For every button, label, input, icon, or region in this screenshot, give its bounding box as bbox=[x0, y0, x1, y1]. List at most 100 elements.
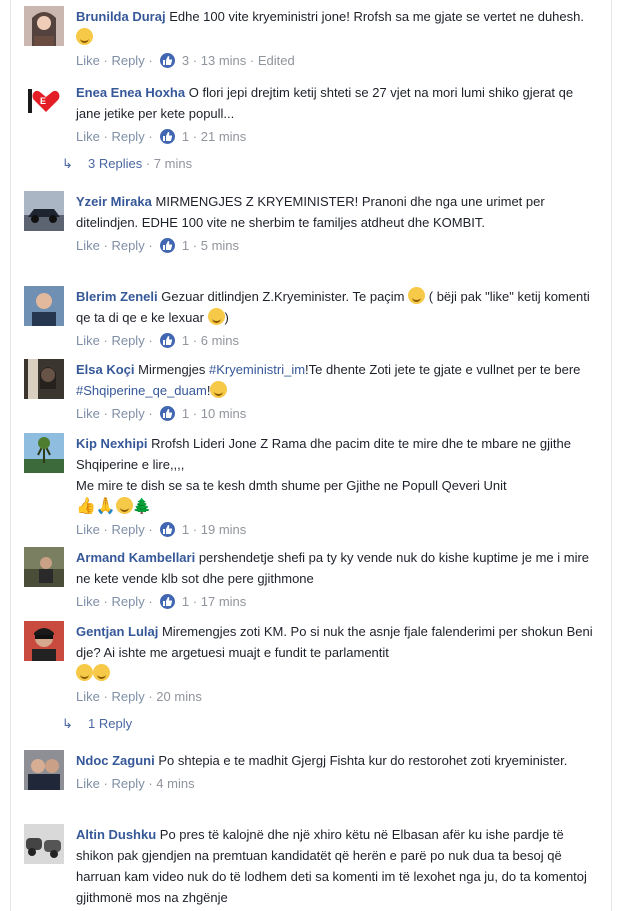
comment-text-line2: Me mire te dish se sa te kesh dmth shume… bbox=[76, 478, 507, 493]
comment-time[interactable]: 20 mins bbox=[156, 689, 202, 704]
separator: · bbox=[145, 156, 151, 171]
replies-count[interactable]: 1 Reply bbox=[88, 716, 132, 731]
comment-time[interactable]: 13 mins bbox=[201, 53, 247, 68]
avatar[interactable]: E bbox=[24, 82, 64, 122]
thumbs-up-emoji-icon: 👍 bbox=[76, 498, 96, 515]
comment-author[interactable]: Blerim Zeneli bbox=[76, 289, 158, 304]
like-badge-icon[interactable] bbox=[160, 129, 176, 144]
reply-link[interactable]: Reply bbox=[111, 333, 144, 348]
separator: · bbox=[103, 238, 108, 253]
smile-emoji-icon bbox=[115, 497, 133, 514]
like-badge-icon[interactable] bbox=[160, 53, 176, 68]
separator: · bbox=[192, 406, 198, 421]
comment-text: Rrofsh Lideri Jone Z Rama dhe pacim dite… bbox=[76, 436, 571, 472]
edited-label[interactable]: Edited bbox=[258, 53, 295, 68]
avatar[interactable] bbox=[24, 750, 64, 790]
like-link[interactable]: Like bbox=[76, 406, 100, 421]
like-link[interactable]: Like bbox=[76, 53, 100, 68]
comment-time[interactable]: 10 mins bbox=[201, 406, 247, 421]
separator: · bbox=[192, 594, 198, 609]
reply-link[interactable]: Reply bbox=[111, 776, 144, 791]
like-badge-icon[interactable] bbox=[160, 333, 176, 348]
comment-text-continued: !Te dhente Zoti jete te gjate e vullnet … bbox=[305, 362, 581, 377]
avatar[interactable] bbox=[24, 433, 64, 473]
separator: · bbox=[148, 776, 153, 791]
like-badge-icon[interactable] bbox=[160, 522, 176, 537]
reply-link[interactable]: Reply bbox=[111, 129, 144, 144]
comment-text-end: ) bbox=[224, 310, 229, 325]
like-link[interactable]: Like bbox=[76, 522, 100, 537]
reply-link[interactable]: Reply bbox=[111, 522, 144, 537]
like-count: 3 bbox=[181, 53, 190, 68]
comment-time[interactable]: 17 mins bbox=[201, 594, 247, 609]
hashtag-link[interactable]: #Shqiperine_qe_duam bbox=[76, 383, 207, 398]
separator: · bbox=[148, 406, 153, 421]
hashtag-link[interactable]: #Kryeministri_im bbox=[209, 362, 305, 377]
comment-time[interactable]: 21 mins bbox=[201, 129, 247, 144]
comment-text: Mirmengjes bbox=[138, 362, 206, 377]
like-count: 1 bbox=[181, 333, 190, 348]
avatar[interactable] bbox=[24, 547, 64, 587]
like-link[interactable]: Like bbox=[76, 689, 100, 704]
like-badge-icon[interactable] bbox=[160, 406, 176, 421]
like-link[interactable]: Like bbox=[76, 776, 100, 791]
svg-text:E: E bbox=[40, 96, 46, 106]
reply-link[interactable]: Reply bbox=[111, 238, 144, 253]
comment-author[interactable]: Gentjan Lulaj bbox=[76, 624, 158, 639]
view-replies-link[interactable]: ↳ 3 Replies · 7 mins bbox=[62, 156, 192, 172]
comment-author[interactable]: Enea Enea Hoxha bbox=[76, 85, 185, 100]
reply-arrow-icon: ↳ bbox=[62, 716, 73, 731]
separator: · bbox=[148, 594, 153, 609]
like-link[interactable]: Like bbox=[76, 238, 100, 253]
smile-emoji-icon bbox=[76, 28, 93, 45]
comment-author[interactable]: Elsa Koçi bbox=[76, 362, 135, 377]
separator: · bbox=[148, 53, 153, 68]
comment-time[interactable]: 5 mins bbox=[201, 238, 239, 253]
comment-time[interactable]: 6 mins bbox=[201, 333, 239, 348]
view-replies-link[interactable]: ↳ 1 Reply bbox=[62, 716, 132, 732]
smile-emoji-icon bbox=[210, 381, 228, 398]
separator: · bbox=[103, 333, 108, 348]
reply-link[interactable]: Reply bbox=[111, 594, 144, 609]
replies-count[interactable]: 3 Replies bbox=[88, 156, 142, 171]
comment-time[interactable]: 4 mins bbox=[156, 776, 194, 791]
separator: · bbox=[192, 333, 198, 348]
separator: · bbox=[148, 689, 153, 704]
comment-actions: Like · Reply · 3 · 13 mins · Edited bbox=[76, 51, 596, 71]
comment-author[interactable]: Ndoc Zaguni bbox=[76, 753, 155, 768]
separator: · bbox=[192, 522, 198, 537]
comment-author[interactable]: Kip Nexhipi bbox=[76, 436, 148, 451]
avatar[interactable] bbox=[24, 6, 64, 46]
tree-emoji-icon: 🌲 bbox=[132, 498, 152, 515]
reply-link[interactable]: Reply bbox=[111, 53, 144, 68]
avatar[interactable] bbox=[24, 359, 64, 399]
comment-time[interactable]: 19 mins bbox=[201, 522, 247, 537]
like-badge-icon[interactable] bbox=[160, 238, 176, 253]
like-count: 1 bbox=[181, 594, 190, 609]
separator: · bbox=[192, 53, 198, 68]
separator: · bbox=[103, 129, 108, 144]
avatar[interactable] bbox=[24, 286, 64, 326]
comment-author[interactable]: Brunilda Duraj bbox=[76, 9, 166, 24]
like-link[interactable]: Like bbox=[76, 129, 100, 144]
avatar[interactable] bbox=[24, 621, 64, 661]
avatar[interactable] bbox=[24, 191, 64, 231]
praying-hands-emoji-icon: 🙏 bbox=[95, 498, 116, 515]
separator: · bbox=[103, 776, 108, 791]
avatar[interactable] bbox=[24, 824, 64, 864]
comment-author[interactable]: Armand Kambellari bbox=[76, 550, 195, 565]
like-badge-icon[interactable] bbox=[160, 594, 176, 609]
separator: · bbox=[148, 333, 153, 348]
like-link[interactable]: Like bbox=[76, 333, 100, 348]
reply-link[interactable]: Reply bbox=[111, 689, 144, 704]
comment-text: Gezuar ditlindjen Z.Kryeminister. Te paç… bbox=[161, 289, 405, 304]
comment-actions: Like · Reply · 4 mins bbox=[76, 774, 596, 794]
comment-text: Po shtepia e te madhit Gjergj Fishta kur… bbox=[158, 753, 568, 768]
separator: · bbox=[148, 522, 153, 537]
comment-author[interactable]: Yzeir Miraka bbox=[76, 194, 152, 209]
comment-actions: Like · Reply · 1 · 17 mins bbox=[76, 592, 596, 612]
comment-author[interactable]: Altin Dushku bbox=[76, 827, 156, 842]
reply-arrow-icon: ↳ bbox=[62, 156, 73, 171]
reply-link[interactable]: Reply bbox=[111, 406, 144, 421]
like-link[interactable]: Like bbox=[76, 594, 100, 609]
